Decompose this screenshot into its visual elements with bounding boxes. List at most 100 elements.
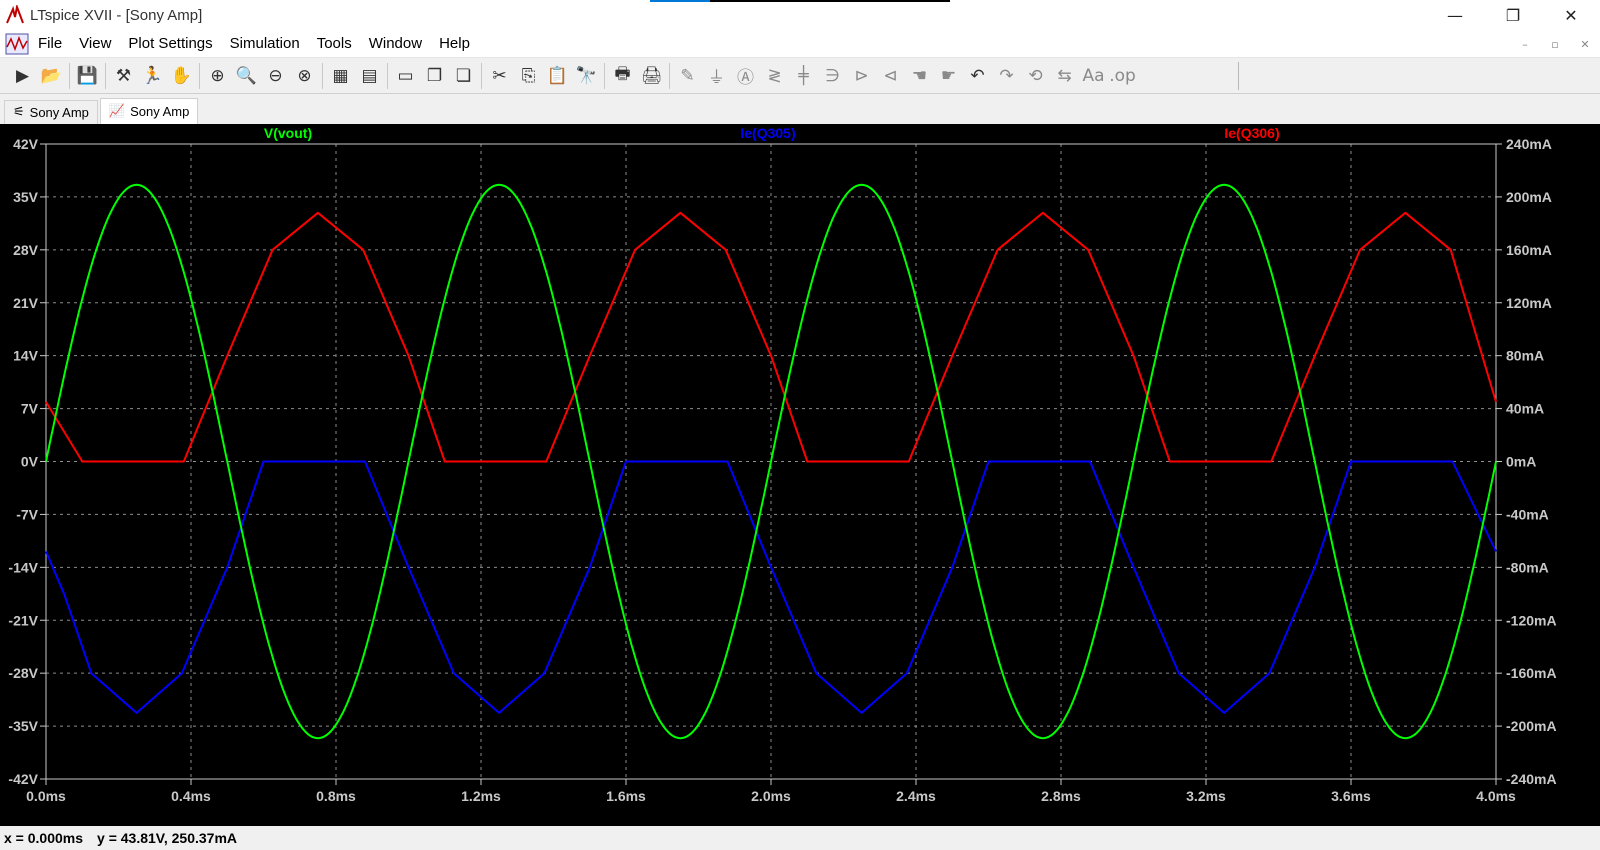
tab-schematic[interactable]: ⚟ Sony Amp	[4, 100, 98, 124]
resistor-button[interactable]: ≷	[760, 62, 789, 90]
menu-simulation[interactable]: Simulation	[230, 35, 300, 52]
diode-button[interactable]: ⊳	[847, 62, 876, 90]
mdi-close-button[interactable]: ✕	[1570, 30, 1600, 58]
x-tick-label: 0.8ms	[316, 788, 356, 804]
x-tick-label: 1.6ms	[606, 788, 646, 804]
waveform-plot[interactable]: 42V 35V 28V 21V 14V 7V 0V -7V -14V -21V -28V -35V -4…	[0, 124, 1600, 826]
tab-label: Sony Amp	[29, 105, 89, 120]
tile-vertical-icon: ❏	[455, 65, 472, 86]
cut-button[interactable]: ✂	[485, 62, 514, 90]
run-man-button[interactable]: 🏃	[138, 62, 167, 90]
print-button[interactable]: 🖶	[608, 62, 637, 90]
mdi-restore-button[interactable]: ▫	[1540, 30, 1570, 58]
ground-button[interactable]: ⏚	[702, 62, 731, 90]
tile-horizontal-icon: ▭	[397, 65, 414, 86]
window-title: LTspice XVII - [Sony Amp]	[30, 6, 203, 24]
halt-hand-button[interactable]: ✋	[167, 62, 196, 90]
rotate-button[interactable]: ⟲	[1021, 62, 1050, 90]
toolbar-separator	[105, 62, 106, 89]
menu-window[interactable]: Window	[369, 35, 422, 52]
toolbar-separator	[322, 62, 323, 89]
paste-button[interactable]: 📋	[543, 62, 572, 90]
undo-button[interactable]: ↶	[963, 62, 992, 90]
right-tick-label: 80mA	[1506, 348, 1544, 364]
right-tick-label: 40mA	[1506, 401, 1544, 417]
cascade-icon: ❐	[426, 65, 443, 86]
print-preview-button[interactable]: 🖨	[637, 62, 666, 90]
run-button[interactable]: ▶	[8, 62, 37, 90]
toolbar-separator	[604, 62, 605, 89]
label-net-button[interactable]: Ⓐ	[731, 62, 760, 90]
waveform-plot-pane[interactable]: 42V 35V 28V 21V 14V 7V 0V -7V -14V -21V -28V -35V -4…	[0, 124, 1600, 826]
tile-horizontal-button[interactable]: ▭	[391, 62, 420, 90]
left-tick-label: -7V	[16, 506, 38, 522]
mdi-minimize-button[interactable]: –	[1510, 30, 1540, 58]
left-tick-label: -42V	[8, 771, 38, 787]
zoom-in-icon: ⊕	[210, 65, 225, 86]
left-tick-label: -28V	[8, 665, 38, 681]
drag-hand-button[interactable]: ☛	[934, 62, 963, 90]
text-button[interactable]: Aa	[1079, 62, 1108, 90]
find-button[interactable]: 🔭	[572, 62, 601, 90]
left-tick-label: 21V	[13, 295, 39, 311]
toolbar-separator	[387, 62, 388, 89]
resistor-icon: ≷	[767, 65, 782, 86]
rotate-icon: ⟲	[1028, 65, 1043, 86]
tile-vertical-button[interactable]: ❏	[449, 62, 478, 90]
copy-button[interactable]: ⎘	[514, 62, 543, 90]
tab-waveform[interactable]: 📈 Sony Amp	[99, 98, 199, 124]
find-icon: 🔭	[575, 65, 598, 86]
menu-tools[interactable]: Tools	[317, 35, 352, 52]
right-tick-label: -80mA	[1506, 559, 1549, 575]
spice-directive-icon: .op	[1109, 65, 1136, 86]
move-hand-icon: ☚	[911, 65, 928, 86]
control-panel-button[interactable]: ⚒	[109, 62, 138, 90]
wire-button[interactable]: ✎	[673, 62, 702, 90]
autorange-button[interactable]: ▦	[326, 62, 355, 90]
zoom-area-button[interactable]: 🔍	[232, 62, 261, 90]
zoom-cancel-button[interactable]: ⊗	[290, 62, 319, 90]
save-button[interactable]: 💾	[73, 62, 102, 90]
zoom-in-button[interactable]: ⊕	[203, 62, 232, 90]
text-icon: Aa	[1082, 65, 1105, 86]
move-hand-button[interactable]: ☚	[905, 62, 934, 90]
close-button[interactable]: ✕	[1542, 0, 1600, 30]
undo-icon: ↶	[970, 65, 985, 86]
spice-directive-button[interactable]: .op	[1108, 62, 1137, 90]
minimize-button[interactable]: —	[1426, 0, 1484, 30]
status-bar: x = 0.000ms y = 43.81V, 250.37mA	[0, 826, 1600, 850]
menu-help[interactable]: Help	[439, 35, 470, 52]
grid-button[interactable]: ▤	[355, 62, 384, 90]
menu-view[interactable]: View	[79, 35, 111, 52]
x-tick-label: 0.0ms	[26, 788, 66, 804]
title-bar: LTspice XVII - [Sony Amp] — ❐ ✕	[0, 0, 1600, 30]
capacitor-button[interactable]: ╪	[789, 62, 818, 90]
toolbar-separator	[481, 62, 482, 89]
restore-button[interactable]: ❐	[1484, 0, 1542, 30]
redo-icon: ↷	[999, 65, 1014, 86]
left-tick-label: -14V	[8, 559, 38, 575]
x-tick-label: 2.4ms	[896, 788, 936, 804]
run-man-icon: 🏃	[141, 65, 164, 86]
cascade-button[interactable]: ❐	[420, 62, 449, 90]
open-button[interactable]: 📂	[37, 62, 66, 90]
x-tick-label: 0.4ms	[171, 788, 211, 804]
x-tick-label: 1.2ms	[461, 788, 501, 804]
right-tick-label: 160mA	[1506, 242, 1552, 258]
mirror-icon: ⇆	[1057, 65, 1072, 86]
mirror-button[interactable]: ⇆	[1050, 62, 1079, 90]
component-button[interactable]: ⊲	[876, 62, 905, 90]
halt-hand-icon: ✋	[170, 65, 193, 86]
cursor-x-readout: x = 0.000ms	[4, 830, 84, 846]
toolbar: ▶ 📂 💾 ⚒ 🏃 ✋ ⊕ 🔍 ⊖ ⊗ ▦ ▤ ▭ ❐ ❏ ✂ ⎘ 📋 🔭 🖶 🖨 ✎ ⏚ Ⓐ ≷ ╪ ∋ ⊳ ⊲ ☚ ☛ ↶ ↷ ⟲ ⇆ Aa .op	[0, 58, 1600, 94]
menu-file[interactable]: File	[38, 35, 62, 52]
toolbar-separator	[69, 62, 70, 89]
redo-button[interactable]: ↷	[992, 62, 1021, 90]
title-accent-blue	[650, 0, 710, 2]
inductor-icon: ∋	[825, 65, 840, 86]
menu-plot-settings[interactable]: Plot Settings	[128, 35, 212, 52]
inductor-button[interactable]: ∋	[818, 62, 847, 90]
zoom-out-button[interactable]: ⊖	[261, 62, 290, 90]
paste-icon: 📋	[546, 65, 569, 86]
waveform-doc-icon[interactable]	[4, 31, 30, 57]
